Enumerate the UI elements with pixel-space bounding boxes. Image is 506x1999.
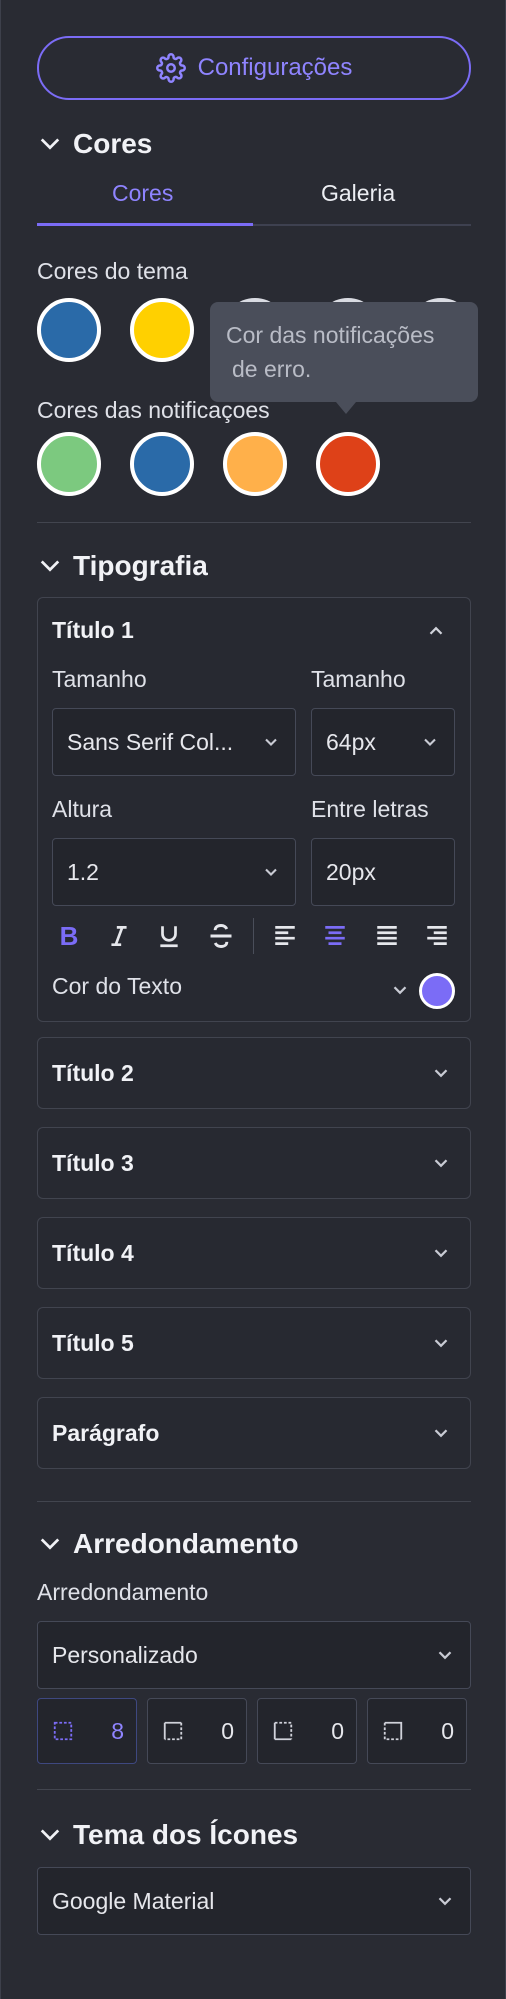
font-size-value: 64px (326, 728, 376, 755)
bold-icon[interactable]: B (53, 920, 85, 952)
typography-item-label: Título 3 (52, 1149, 134, 1176)
divider (37, 522, 471, 523)
divider (37, 1501, 471, 1502)
notification-color-warning[interactable] (223, 432, 287, 496)
chevron-down-icon (434, 1249, 448, 1258)
typography-item-titulo-5[interactable]: Título 5 (37, 1307, 471, 1379)
italic-icon[interactable] (103, 920, 135, 952)
tooltip-arrow (336, 402, 356, 414)
icons-theme-section-header[interactable]: Tema dos Ícones (39, 1819, 298, 1851)
notification-colors-label: Cores das notificaçoes (37, 397, 270, 423)
theme-color-swatch-2[interactable] (130, 298, 194, 362)
configurations-label: Configurações (197, 54, 353, 81)
typography-item-label: Título 5 (52, 1329, 134, 1356)
gear-icon (155, 53, 186, 83)
icons-theme-select[interactable]: Google Material (37, 1867, 471, 1935)
settings-panel: Configurações Cores Cores Galeria Cores … (0, 0, 506, 1999)
corner-top-right-icon (383, 1721, 403, 1741)
chevron-down-icon (265, 738, 277, 746)
align-justify-icon[interactable] (371, 920, 403, 952)
corner-top-left-value: 0 (221, 1717, 234, 1744)
corner-all-input[interactable]: 8 (37, 1698, 137, 1764)
rounding-select[interactable]: Personalizado (37, 1621, 471, 1689)
rounding-select-value: Personalizado (52, 1641, 198, 1668)
strikethrough-icon[interactable] (205, 920, 237, 952)
font-family-select[interactable]: Sans Serif Col... (52, 708, 296, 776)
corner-top-right-input[interactable]: 0 (367, 1698, 467, 1764)
corner-top-right-value: 0 (441, 1717, 454, 1744)
format-divider (253, 918, 254, 954)
font-family-value: Sans Serif Col... (67, 728, 234, 755)
chevron-down-icon (265, 868, 277, 876)
corner-bottom-left-icon (273, 1721, 293, 1741)
notification-color-success[interactable] (37, 432, 101, 496)
text-color-label: Cor do Texto (52, 973, 182, 999)
chevron-down-icon[interactable] (389, 979, 411, 1001)
colors-section-header[interactable]: Cores (39, 128, 152, 160)
corner-all-icon (53, 1721, 73, 1741)
letter-spacing-label: Entre letras (311, 796, 429, 822)
chevron-down-icon (40, 138, 60, 150)
notification-color-error[interactable] (316, 432, 380, 496)
corner-all-value: 8 (111, 1717, 124, 1744)
chevron-up-icon[interactable] (425, 620, 447, 642)
colors-section-title: Cores (73, 128, 153, 159)
corner-top-left-input[interactable]: 0 (147, 1698, 247, 1764)
chevron-down-icon (40, 1538, 60, 1550)
tab-galeria[interactable]: Galeria (321, 180, 395, 207)
tab-cores[interactable]: Cores (112, 180, 173, 207)
tooltip-line-1: Cor das notificações (226, 322, 435, 348)
chevron-down-icon (434, 1339, 448, 1348)
chevron-down-icon (434, 1159, 448, 1168)
colors-tabs: Cores Galeria (37, 168, 471, 226)
icons-theme-section-title: Tema dos Ícones (73, 1819, 299, 1850)
chevron-down-icon (434, 1429, 448, 1438)
line-height-value: 1.2 (67, 858, 99, 885)
chevron-down-icon (438, 1897, 452, 1906)
typography-item-label: Título 4 (52, 1239, 134, 1266)
typography-item-title[interactable]: Título 1 (52, 617, 134, 644)
rounding-label: Arredondamento (37, 1579, 209, 1605)
letter-spacing-value: 20px (326, 858, 376, 885)
chevron-down-icon (424, 738, 436, 746)
corner-bottom-left-value: 0 (331, 1717, 344, 1744)
typography-section-header[interactable]: Tipografia (39, 550, 208, 582)
line-height-select[interactable]: 1.2 (52, 838, 296, 906)
typography-item-label: Título 2 (52, 1059, 134, 1086)
align-right-icon[interactable] (421, 920, 453, 952)
divider (37, 1789, 471, 1790)
theme-color-swatch-1[interactable] (37, 298, 101, 362)
icons-theme-value: Google Material (52, 1887, 215, 1914)
chevron-down-icon (434, 1069, 448, 1078)
chevron-down-icon (40, 1829, 60, 1841)
typography-item-titulo-4[interactable]: Título 4 (37, 1217, 471, 1289)
error-color-tooltip: Cor das notificações de erro. (210, 302, 478, 402)
typography-item-titulo-3[interactable]: Título 3 (37, 1127, 471, 1199)
configurations-button[interactable]: Configurações (37, 36, 471, 100)
align-center-icon[interactable] (319, 920, 351, 952)
font-size-select[interactable]: 64px (311, 708, 455, 776)
text-color-swatch[interactable] (419, 973, 455, 1009)
underline-icon[interactable] (153, 920, 185, 952)
typography-item-paragrafo[interactable]: Parágrafo (37, 1397, 471, 1469)
font-size-label: Tamanho (311, 666, 406, 692)
rounding-section-header[interactable]: Arredondamento (39, 1528, 299, 1560)
typography-item-label: Parágrafo (52, 1419, 160, 1446)
typography-item-titulo-2[interactable]: Título 2 (37, 1037, 471, 1109)
rounding-section-title: Arredondamento (73, 1528, 299, 1559)
line-height-label: Altura (52, 796, 113, 822)
theme-colors-label: Cores do tema (37, 258, 188, 284)
corner-bottom-left-input[interactable]: 0 (257, 1698, 357, 1764)
typography-section-title: Tipografia (73, 550, 208, 581)
align-left-icon[interactable] (269, 920, 301, 952)
chevron-down-icon (438, 1651, 452, 1660)
corner-top-left-icon (163, 1721, 183, 1741)
tooltip-line-2: de erro. (232, 356, 312, 382)
font-family-label: Tamanho (52, 666, 147, 692)
letter-spacing-input[interactable]: 20px (311, 838, 455, 906)
active-tab-indicator (37, 223, 253, 226)
notification-color-info[interactable] (130, 432, 194, 496)
chevron-down-icon (40, 560, 60, 572)
